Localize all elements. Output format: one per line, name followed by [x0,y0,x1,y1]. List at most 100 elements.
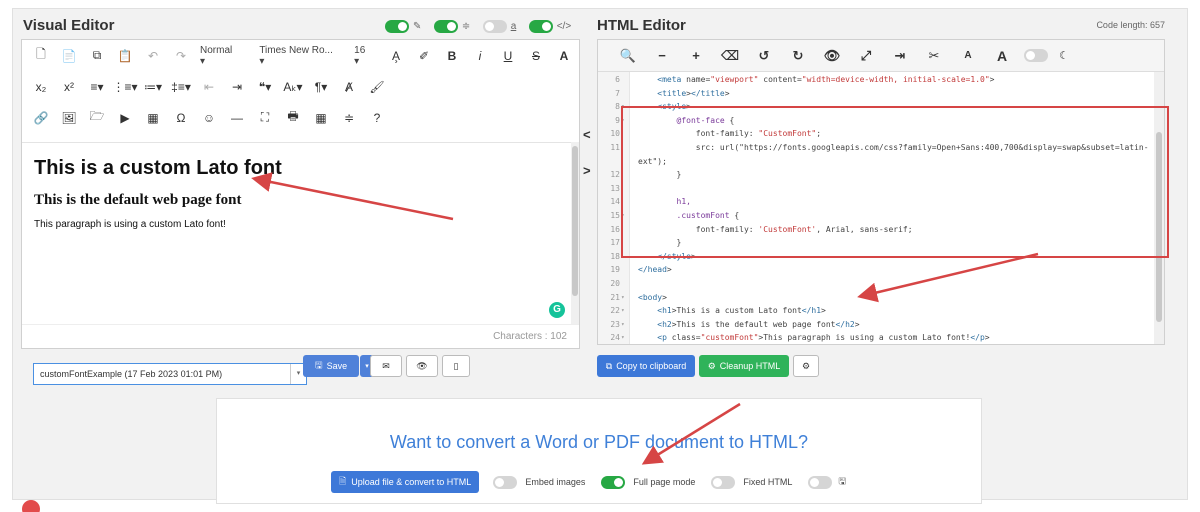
horizontal-rule-icon[interactable]: — [224,107,250,129]
line-number: 17 [610,238,620,248]
fold-chevron-icon[interactable]: ▾ [621,332,625,344]
cleanup-label: Cleanup HTML [719,361,781,371]
fold-chevron-icon[interactable]: ▾ [621,305,625,317]
paint-brush-icon[interactable]: 🖌 [364,76,390,98]
superscript-icon[interactable]: x² [56,76,82,98]
undo-icon[interactable]: ↺ [748,45,780,67]
mobile-preview-button[interactable]: ▯ [442,355,470,377]
paragraph-icon[interactable]: ¶▾ [308,76,334,98]
document-select[interactable]: customFontExample (17 Feb 2023 01:01 PM)… [33,363,307,385]
fold-chevron-icon[interactable]: ▾ [621,292,625,304]
strikethrough-icon[interactable]: S [523,45,549,67]
line-number: 20 [610,279,620,288]
template-icon[interactable]: 📄 [56,45,82,67]
remove-format-icon[interactable]: Ⱥ [336,76,362,98]
content-heading-2: This is the default web page font [34,192,242,208]
size-select[interactable]: 16 ▾ [354,45,373,67]
numbered-list-icon[interactable]: ⋮≡▾ [112,76,138,98]
wysiwyg-toggle[interactable] [385,20,409,34]
extra-toggle[interactable] [808,475,833,489]
format-select-value: Normal [200,44,233,56]
settings-sliders-icon[interactable]: ≑ [336,107,362,129]
visual-editor-scrollbar[interactable] [571,142,579,324]
embed-images-toggle[interactable] [493,475,518,489]
line-number: 11 [610,143,620,152]
scrollbar-thumb[interactable] [572,146,578,296]
fullscreen-icon[interactable]: ⛶ [252,107,278,129]
visual-editor: 🗋 📄 ⧉ 📋 ↶ ↷ Normal ▾ Times New Ro... ▾ 1… [21,39,580,349]
highlight-icon[interactable]: ✐ [411,45,437,67]
help-icon[interactable]: ? [364,107,390,129]
font-smaller-icon[interactable]: A [952,45,984,67]
font-select[interactable]: Times New Ro... ▾ [259,45,340,67]
omega-icon[interactable]: Ω [168,107,194,129]
bold-icon[interactable]: B [439,45,465,67]
preview-eye-icon[interactable]: 👁 [816,45,848,67]
collapse-left-icon[interactable]: < [583,127,591,142]
grammarly-icon[interactable]: G [549,302,565,318]
align-icon[interactable]: ≡▾ [84,76,110,98]
outdent-icon[interactable]: ⇤ [196,76,222,98]
font-select-value: Times New Ro... [259,44,333,56]
save-mini-icon: 🖫 [838,476,847,486]
full-page-mode-toggle[interactable] [601,475,626,489]
copy-icon[interactable]: ⧉ [84,45,110,67]
code-toggle[interactable] [528,20,553,34]
code-icon: </> [556,21,572,33]
emoji-icon[interactable]: ☺ [196,107,222,129]
spellcheck-toggle[interactable] [482,20,507,34]
special-format-icon[interactable]: Aₖ▾ [280,76,306,98]
dark-mode-toggle[interactable] [1024,49,1048,62]
indent-icon[interactable]: ⇥ [224,76,250,98]
embed-images-label: Embed images [525,477,586,487]
fixed-html-toggle[interactable] [711,475,736,489]
image-icon[interactable]: 🖼 [56,107,82,129]
cleanup-html-button[interactable]: ⚙ Cleanup HTML [699,355,789,377]
blockquote-icon[interactable]: ❝▾ [252,76,278,98]
line-number: 21 [610,292,620,302]
preview-button[interactable]: 👁 [406,355,438,377]
format-select[interactable]: Normal ▾ [200,45,245,67]
underline-icon[interactable]: U [495,45,521,67]
undo-icon[interactable]: ↶ [140,45,166,67]
bullet-list-icon[interactable]: ≔▾ [140,76,166,98]
search-icon[interactable]: 🔍 [612,45,644,67]
subscript-icon[interactable]: x₂ [28,76,54,98]
new-document-icon[interactable]: 🗋 [28,45,54,67]
upload-convert-button[interactable]: 🗎 Upload file & convert to HTML [331,471,480,493]
blocks-icon[interactable]: ▦ [308,107,334,129]
save-button[interactable]: 🖫 Save [303,355,359,377]
settings-button[interactable]: ⚙ [793,355,819,377]
link-icon[interactable]: 🔗 [28,107,54,129]
redo-icon[interactable]: ↻ [782,45,814,67]
text-color-icon[interactable]: A̧ [383,45,409,67]
paste-icon[interactable]: 📋 [112,45,138,67]
table-icon[interactable]: ▦ [140,107,166,129]
fixed-html-label: Fixed HTML [743,477,793,487]
html-editor-toolbar: 🔍 − + ⌫ ↺ ↻ 👁 ⤢ ⇥ ✂ A A ☾ [598,40,1164,72]
redo-icon[interactable]: ↷ [168,45,194,67]
compress-icon[interactable]: ✂ [918,45,950,67]
code-text: <title></title> [657,88,730,98]
clear-format-icon[interactable]: A [551,45,577,67]
video-icon[interactable]: ▶ [112,107,138,129]
font-larger-icon[interactable]: A [986,45,1018,67]
zoom-out-icon[interactable]: − [646,45,678,67]
visual-editor-content[interactable]: This is a custom Lato font This is the d… [22,142,571,324]
eraser-icon[interactable]: ⌫ [714,45,746,67]
italic-icon[interactable]: i [467,45,493,67]
folder-icon[interactable]: 🗁 [84,107,110,129]
indent-code-icon[interactable]: ⇥ [884,45,916,67]
line-height-icon[interactable]: ‡≡▾ [168,76,194,98]
zoom-in-icon[interactable]: + [680,45,712,67]
split-toggle[interactable] [433,20,458,34]
expand-icon[interactable]: ⤢ [850,45,882,67]
full-page-mode-label: Full page mode [633,477,696,487]
copy-to-clipboard-button[interactable]: ⧉ Copy to clipboard [597,355,695,377]
fold-chevron-icon[interactable]: ▾ [621,319,625,331]
print-icon[interactable]: 🖶 [280,107,306,129]
code-text: <p class="customFont">This paragraph is … [657,333,990,343]
ve-toolbar-row-1: 🗋 📄 ⧉ 📋 ↶ ↷ Normal ▾ Times New Ro... ▾ 1… [22,40,579,71]
collapse-right-icon[interactable]: > [583,163,591,178]
email-button[interactable]: ✉ [370,355,402,377]
